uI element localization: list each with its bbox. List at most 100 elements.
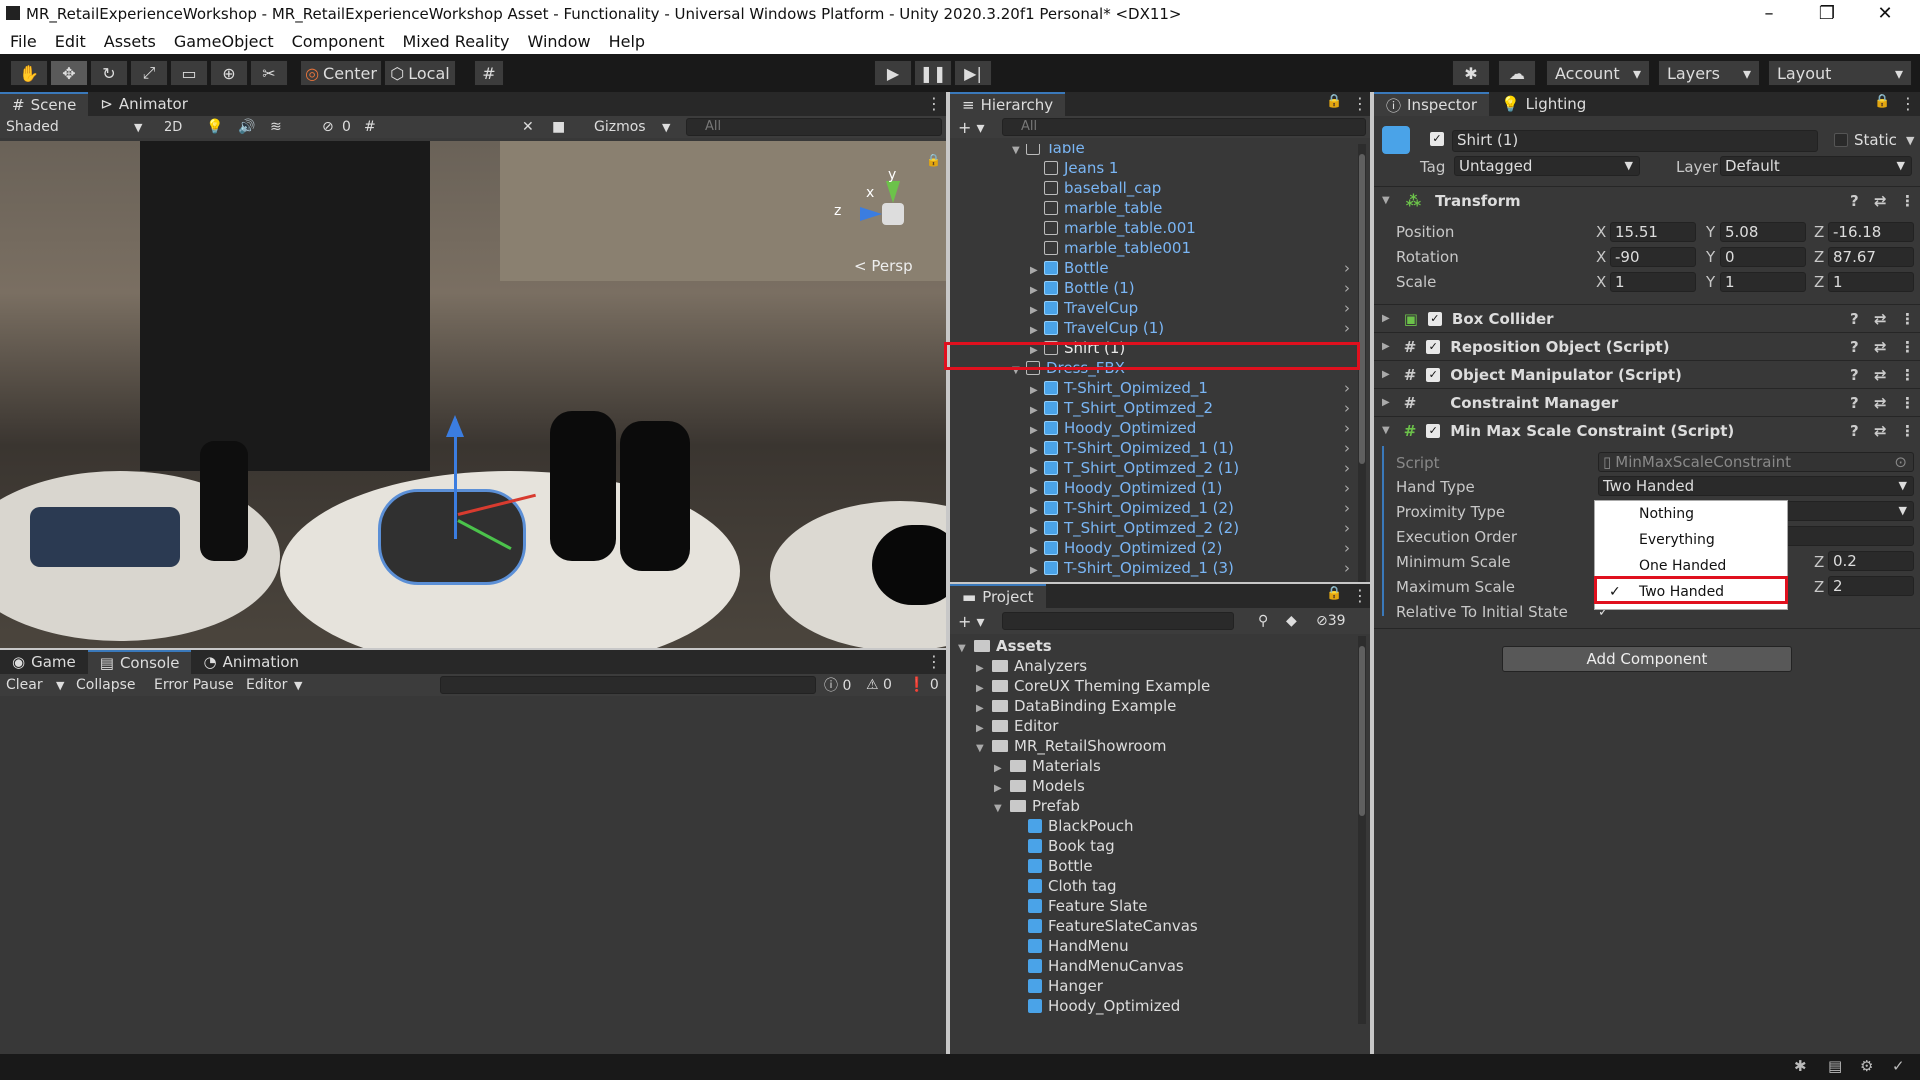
hierarchy-item[interactable]: ▶ T-Shirt_Opimized_1 (1) › xyxy=(950,438,1350,458)
chevron-right-icon[interactable]: › xyxy=(1344,398,1350,418)
minimum-scale-z-field[interactable]: 0.2 xyxy=(1828,551,1914,571)
add-component-button[interactable]: Add Component xyxy=(1502,646,1792,672)
chevron-right-icon[interactable]: › xyxy=(1344,258,1350,278)
lock-icon[interactable]: 🔒 xyxy=(926,153,941,167)
hierarchy-scroll-thumb[interactable] xyxy=(1359,154,1365,464)
static-checkbox[interactable] xyxy=(1834,133,1848,147)
preset-icon[interactable]: ⇄ xyxy=(1874,338,1887,356)
hand-tool-icon[interactable]: ✋ xyxy=(10,60,48,86)
debug-icon[interactable]: ✱ xyxy=(1794,1057,1807,1075)
component-menu-icon[interactable]: ⋮ xyxy=(1900,192,1915,210)
rotation-z-field[interactable]: 87.67 xyxy=(1828,247,1914,267)
constraint-manager-header[interactable]: ▶ # Constraint Manager ? ⇄ ⋮ xyxy=(1374,388,1920,416)
scene-menu-icon[interactable]: ⋮ xyxy=(926,94,942,113)
foldout-arrow-icon[interactable]: ▼ xyxy=(994,799,1010,819)
position-z-field[interactable]: -16.18 xyxy=(1828,222,1914,242)
position-x-field[interactable]: 15.51 xyxy=(1610,222,1696,242)
maximum-scale-z-field[interactable]: 2 xyxy=(1828,576,1914,596)
move-gizmo-y-arrow[interactable] xyxy=(446,415,464,437)
layer-dropdown[interactable]: Default ▼ xyxy=(1720,156,1912,176)
reposition-object-header[interactable]: ▶ # ✓ Reposition Object (Script) ? ⇄ ⋮ xyxy=(1374,332,1920,360)
search-by-label-icon[interactable]: ◆ xyxy=(1286,613,1297,629)
gizmo-y-cone[interactable] xyxy=(886,181,900,203)
menu-assets[interactable]: Assets xyxy=(104,32,156,51)
menu-edit[interactable]: Edit xyxy=(55,32,86,51)
tools-icon[interactable]: ✕ xyxy=(522,119,534,135)
audio-toggle-icon[interactable]: 🔊 xyxy=(238,119,255,135)
hierarchy-item[interactable]: ▶ Hoody_Optimized › xyxy=(950,418,1350,438)
transform-header[interactable]: ▼ ⁂ Transform ? ⇄ ⋮ xyxy=(1374,186,1920,214)
preset-icon[interactable]: ⇄ xyxy=(1874,310,1887,328)
help-icon[interactable]: ? xyxy=(1850,422,1859,440)
project-scrollbar[interactable] xyxy=(1358,636,1366,1024)
component-menu-icon[interactable]: ⋮ xyxy=(1900,366,1915,384)
project-search-input[interactable] xyxy=(1002,612,1234,630)
help-icon[interactable]: ? xyxy=(1850,394,1859,412)
rotation-x-field[interactable]: -90 xyxy=(1610,247,1696,267)
cache-icon[interactable]: ▤ xyxy=(1828,1057,1842,1075)
dropdown-option-everything[interactable]: Everything xyxy=(1595,527,1787,553)
foldout-arrow-icon[interactable]: ▶ xyxy=(1030,561,1044,581)
hidden-packages-icon[interactable]: ⊘39 xyxy=(1316,613,1346,629)
tab-inspector[interactable]: ⓘ Inspector xyxy=(1374,92,1489,116)
component-menu-icon[interactable]: ⋮ xyxy=(1900,394,1915,412)
project-item[interactable]: FeatureSlateCanvas xyxy=(1012,916,1198,936)
shading-mode-dropdown[interactable]: Shaded xyxy=(6,119,59,135)
rotation-y-field[interactable]: 0 xyxy=(1720,247,1806,267)
log-count-icon[interactable]: ⓘ 0 xyxy=(824,675,851,695)
dropdown-option-nothing[interactable]: Nothing xyxy=(1595,501,1787,527)
scale-tool-icon[interactable]: ⤢ xyxy=(130,60,168,86)
tab-scene[interactable]: # Scene xyxy=(0,92,89,116)
chevron-right-icon[interactable]: › xyxy=(1344,278,1350,298)
gizmo-cube[interactable] xyxy=(882,203,904,225)
help-icon[interactable]: ? xyxy=(1850,310,1859,328)
console-search-input[interactable] xyxy=(440,676,816,694)
scene-viewport[interactable]: y x z 🔒 < Persp xyxy=(0,141,946,648)
maximize-button[interactable]: ❐ xyxy=(1798,0,1856,28)
hierarchy-item[interactable]: ▼ Table xyxy=(950,144,1350,158)
box-collider-header[interactable]: ▶ ▣ ✓ Box Collider ? ⇄ ⋮ xyxy=(1374,304,1920,332)
error-count-icon[interactable]: ❗ 0 xyxy=(908,677,939,693)
reposition-object-checkbox[interactable]: ✓ xyxy=(1426,339,1441,354)
chevron-right-icon[interactable]: › xyxy=(1344,538,1350,558)
editor-dropdown[interactable]: Editor xyxy=(246,677,287,693)
active-checkbox[interactable]: ✓ xyxy=(1430,132,1444,146)
hierarchy-search-input[interactable]: All xyxy=(1002,118,1366,136)
object-name-field[interactable]: Shirt (1) xyxy=(1452,130,1818,152)
project-item[interactable]: HandMenu xyxy=(1012,936,1129,956)
chevron-right-icon[interactable]: › xyxy=(1344,458,1350,478)
rotate-tool-icon[interactable]: ↻ xyxy=(90,60,128,86)
scale-y-field[interactable]: 1 xyxy=(1720,272,1806,292)
transform-tool-icon[interactable]: ⊕ xyxy=(210,60,248,86)
project-item[interactable]: ▶ Materials xyxy=(994,756,1101,776)
custom-tool-icon[interactable]: ✂ xyxy=(250,60,288,86)
effects-toggle-icon[interactable]: ≋ xyxy=(270,119,282,135)
orientation-gizmo[interactable]: y x z xyxy=(834,167,924,255)
object-manipulator-checkbox[interactable]: ✓ xyxy=(1426,367,1441,382)
hierarchy-item[interactable]: ▶ T_Shirt_Optimzed_2 › xyxy=(950,398,1350,418)
lighting-toggle-icon[interactable]: 💡 xyxy=(206,119,223,135)
error-pause-button[interactable]: Error Pause xyxy=(154,677,234,693)
project-item[interactable]: ▼ Prefab xyxy=(994,796,1080,816)
menu-window[interactable]: Window xyxy=(527,32,590,51)
project-item[interactable]: Hanger xyxy=(1012,976,1103,996)
hierarchy-item[interactable]: baseball_cap xyxy=(950,178,1350,198)
inspector-menu-icon[interactable]: ⋮ xyxy=(1900,94,1916,113)
hierarchy-item[interactable]: ▶ TravelCup › xyxy=(950,298,1350,318)
preset-icon[interactable]: ⇄ xyxy=(1874,422,1887,440)
layout-dropdown[interactable]: Layout ▾ xyxy=(1768,60,1912,86)
menu-help[interactable]: Help xyxy=(609,32,645,51)
box-collider-checkbox[interactable]: ✓ xyxy=(1427,311,1442,326)
preset-icon[interactable]: ⇄ xyxy=(1874,192,1887,210)
cloud-icon[interactable]: ☁ xyxy=(1498,60,1536,86)
pivot-local-button[interactable]: ⬡ Local xyxy=(384,60,456,86)
hierarchy-item[interactable]: ▶ Bottle › xyxy=(950,258,1350,278)
help-icon[interactable]: ? xyxy=(1850,192,1859,210)
project-item[interactable]: Cloth tag xyxy=(1012,876,1117,896)
chevron-right-icon[interactable]: › xyxy=(1344,518,1350,538)
tab-project[interactable]: ▬ Project xyxy=(950,584,1046,608)
hierarchy-menu-icon[interactable]: ⋮ xyxy=(1352,94,1368,113)
min-max-scale-checkbox[interactable]: ✓ xyxy=(1426,423,1441,438)
menu-gameobject[interactable]: GameObject xyxy=(174,32,274,51)
project-item[interactable]: HandMenuCanvas xyxy=(1012,956,1184,976)
